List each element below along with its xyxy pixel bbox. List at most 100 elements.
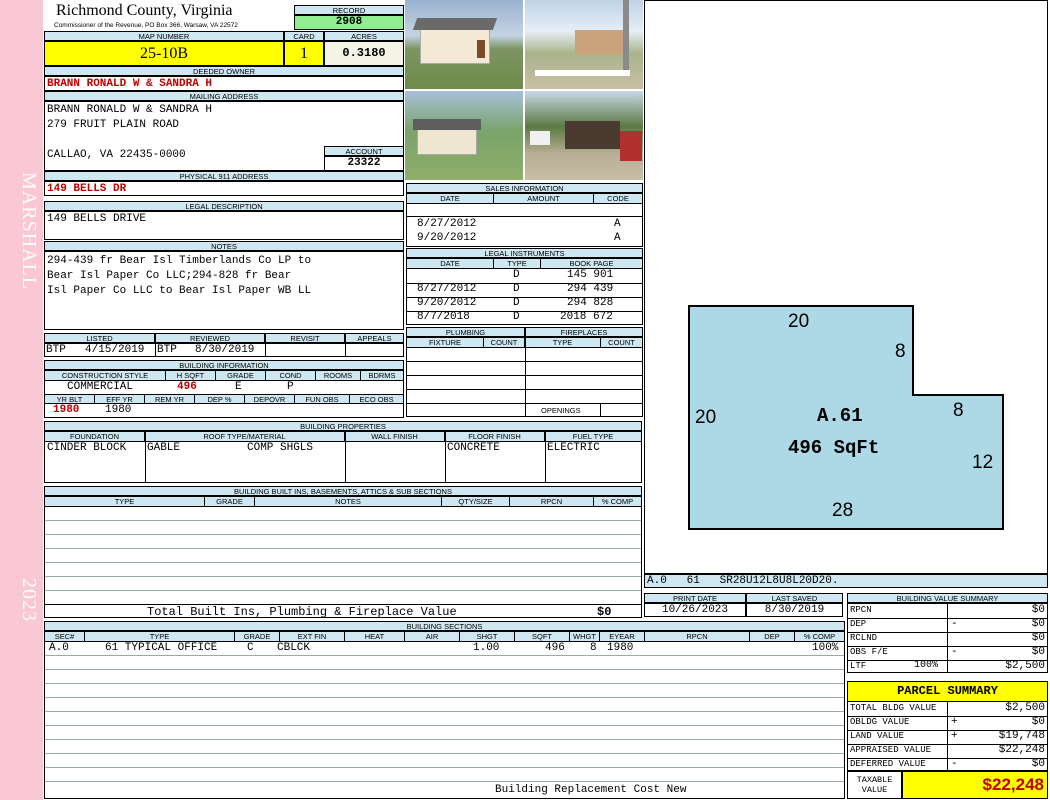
section-comp: 100% xyxy=(812,642,839,654)
notes: 294-439 fr Bear Isl Timberlands Co LP to… xyxy=(44,251,404,330)
parcel-label: DEFERRED VALUE xyxy=(850,759,926,769)
fixture-header: FIXTURE xyxy=(407,338,484,348)
taxable-value-label: TAXABLE VALUE xyxy=(847,771,902,799)
fireplaces-title: FIREPLACES xyxy=(525,327,643,337)
fp-count-header: COUNT xyxy=(601,338,642,348)
cond-value: P xyxy=(287,381,294,393)
bi-type-header: TYPE xyxy=(45,497,205,507)
parcel-sign: - xyxy=(951,758,958,770)
property-photo xyxy=(405,0,523,89)
li-type-header: TYPE xyxy=(494,259,541,269)
sec-comp-header: % COMP xyxy=(795,632,844,642)
sales-code-header: CODE xyxy=(594,194,642,204)
sketch-dim-notch-v: 8 xyxy=(895,341,906,362)
sketch-dim-top: 20 xyxy=(788,311,810,332)
li-type: D xyxy=(513,269,520,281)
notes-line: Isl Paper Co LLC to Bear Isl Paper WB LL xyxy=(47,285,312,297)
building-sketch: 20 8 8 20 12 28 A.61 496 SqFt xyxy=(644,0,1048,574)
plumbing-fireplace-table: FIXTURE COUNT TYPE COUNT OPENINGS xyxy=(406,337,643,417)
section-extfin: CBLCK xyxy=(277,642,311,654)
style-header: CONSTRUCTION STYLE xyxy=(45,371,166,381)
parcel-value: $22,248 xyxy=(998,744,1045,756)
notes-line: Bear Isl Paper Co LLC;294-828 fr Bear xyxy=(47,270,292,282)
sales-date-header: DATE xyxy=(407,194,494,204)
replacement-cost-label: Building Replacement Cost New xyxy=(495,784,687,796)
record-number: 2908 xyxy=(294,15,404,30)
cond-header: COND xyxy=(266,371,316,381)
vs-value: $0 xyxy=(1031,646,1045,658)
section-shgt: 1.00 xyxy=(473,642,500,654)
account-number: 23322 xyxy=(324,156,404,171)
property-photo xyxy=(405,91,523,180)
review-table: LISTED REVIEWED REVISIT APPEALS BTP 4/15… xyxy=(44,333,404,357)
sales-amount-header: AMOUNT xyxy=(494,194,594,204)
appeals-header: APPEALS xyxy=(345,333,404,343)
acres-label: ACRES xyxy=(324,31,404,41)
deeded-owner: BRANN RONALD W & SANDRA H xyxy=(44,76,404,91)
foundation-header: FOUNDATION xyxy=(45,432,145,442)
li-type: D xyxy=(513,311,520,323)
sketch-dim-bottom: 28 xyxy=(832,500,854,521)
county-header: Richmond County, Virginia Commissioner o… xyxy=(44,0,294,31)
bi-notes-header: NOTES xyxy=(255,497,442,507)
effyr-header: EFF YR xyxy=(95,394,145,404)
vs-sign: - xyxy=(951,646,958,658)
bi-qty-header: QTY/SIZE xyxy=(442,497,510,507)
property-photos xyxy=(405,0,643,180)
sec-extfin-header: EXT FIN xyxy=(280,632,345,642)
sketch-code: A.0 61 SR28U12L8U8L20D20. xyxy=(644,574,1048,588)
print-date: 10/26/2023 xyxy=(644,603,746,617)
section-whgt: 8 xyxy=(590,642,597,654)
revisit-header: REVISIT xyxy=(265,333,345,343)
notes-line: 294-439 fr Bear Isl Timberlands Co LP to xyxy=(47,255,312,267)
value-summary-title: BUILDING VALUE SUMMARY xyxy=(847,593,1048,603)
sale-date: 9/20/2012 xyxy=(417,232,477,244)
property-photo xyxy=(525,0,643,89)
listed-date: 4/15/2019 xyxy=(85,344,145,356)
parcel-label: APPRAISED VALUE xyxy=(850,745,932,755)
review-row: BTP 4/15/2019 BTP 8/30/2019 xyxy=(44,343,404,357)
last-saved-label: LAST SAVED xyxy=(746,593,843,603)
building-info-table: CONSTRUCTION STYLE H SQFT GRADE COND ROO… xyxy=(44,370,404,418)
year-built: 1980 xyxy=(53,404,80,416)
li-date: 8/7/2018 xyxy=(417,311,470,323)
section-grade: C xyxy=(247,642,254,654)
grade-header: GRADE xyxy=(216,371,266,381)
li-book: 294 439 xyxy=(567,283,614,295)
parcel-sign: + xyxy=(951,730,958,742)
li-date: 9/20/2012 xyxy=(417,297,477,309)
divider xyxy=(345,344,346,356)
li-date: 8/27/2012 xyxy=(417,283,477,295)
reviewed-header: REVIEWED xyxy=(155,333,265,343)
section-type: 61 TYPICAL OFFICE xyxy=(105,642,218,654)
sketch-area-label: 496 SqFt xyxy=(788,437,880,459)
yrblt-header: YR BLT xyxy=(45,394,95,404)
print-date-label: PRINT DATE xyxy=(644,593,746,603)
bi-comp-header: % COMP xyxy=(594,497,641,507)
depovr-header: DEPOVR xyxy=(245,394,295,404)
hsqft-value: 496 xyxy=(177,381,197,393)
mailing-label: MAILING ADDRESS xyxy=(44,91,404,101)
legal-description: 149 BELLS DRIVE xyxy=(44,211,404,240)
vs-ltf-pct: 100% xyxy=(914,660,939,671)
sec-rpcn-header: RPCN xyxy=(645,632,750,642)
mailing-line: 279 FRUIT PLAIN ROAD xyxy=(47,119,180,131)
bi-rpcn-header: RPCN xyxy=(510,497,594,507)
builtins-table: TYPE GRADE NOTES QTY/SIZE RPCN % COMP To… xyxy=(44,496,642,619)
property-photo xyxy=(525,91,643,180)
openings-label: OPENINGS xyxy=(541,406,581,415)
last-saved: 8/30/2019 xyxy=(746,603,843,617)
account-label: ACCOUNT xyxy=(324,146,404,156)
builtins-total-label: Total Built Ins, Plumbing & Fireplace Va… xyxy=(147,605,457,619)
sale-date: 8/27/2012 xyxy=(417,218,477,230)
parcel-value: $0 xyxy=(1031,758,1045,770)
district-label: MARSHALL xyxy=(18,172,40,291)
grade-value: E xyxy=(235,381,242,393)
year-label: 2023 xyxy=(18,578,40,622)
sidebar: MARSHALL 2023 xyxy=(0,0,43,800)
vs-label: OBS F/E xyxy=(850,647,888,657)
roof-type-value: GABLE xyxy=(147,442,181,454)
sketch-drawing xyxy=(688,305,1004,530)
builtins-title: BUILDING BUILT INS, BASEMENTS, ATTICS & … xyxy=(44,486,642,496)
map-number: 25-10B xyxy=(44,41,284,66)
